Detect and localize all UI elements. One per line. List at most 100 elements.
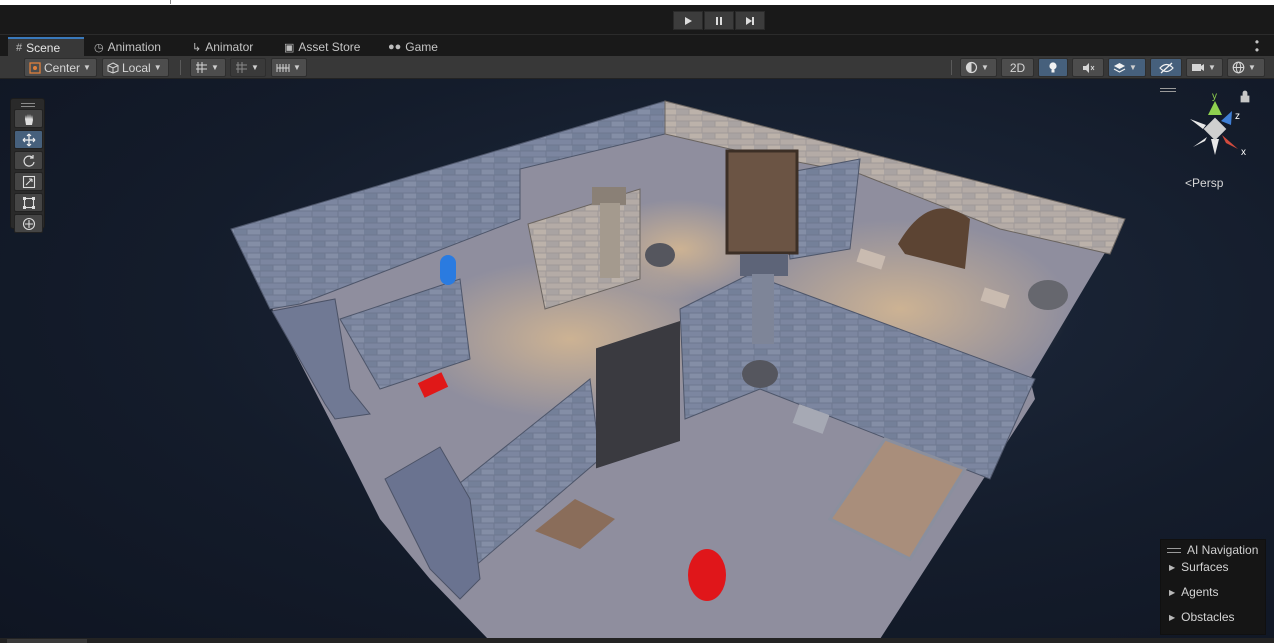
chevron-down-icon: ▼: [981, 63, 989, 72]
ai-nav-item-obstacles[interactable]: ▶ Obstacles: [1169, 610, 1235, 624]
gizmo-neg-x: [1190, 119, 1206, 129]
cube-icon: [107, 61, 119, 74]
pillar: [592, 187, 626, 205]
audio-toggle-button[interactable]: [1072, 58, 1104, 77]
tab-game-label: Game: [405, 40, 438, 54]
effects-dropdown[interactable]: ▼: [1108, 58, 1146, 77]
play-button[interactable]: [673, 11, 703, 30]
bag-icon: ▣: [284, 41, 295, 54]
move-arrows-icon: [22, 133, 35, 146]
2d-toggle-button[interactable]: 2D: [1001, 58, 1034, 77]
red-capsule: [688, 549, 726, 601]
tab-scene-label: Scene: [26, 41, 61, 55]
editor-tab-bar: # Scene ◷ Animation ↳ Animator ▣ Asset S…: [0, 34, 1274, 64]
tab-animator[interactable]: ↳ Animator: [184, 37, 261, 57]
gamepad-icon: ●●: [388, 41, 402, 53]
draw-mode-dropdown[interactable]: ▼: [960, 58, 997, 77]
camera-icon: [1192, 64, 1204, 71]
tab-animator-label: Animator: [205, 40, 254, 54]
pivot-label: Center: [44, 60, 81, 75]
shelf-cage: [725, 149, 799, 255]
scene-toolbar: Center ▼ Local ▼ ▼ ▼ ▼ ▼ 2D ▼ ▼ ▼: [0, 56, 1274, 79]
tab-animation[interactable]: ◷ Animation: [86, 37, 169, 57]
bottom-tab-stub[interactable]: [7, 639, 87, 643]
camera-dropdown[interactable]: ▼: [1186, 58, 1223, 77]
rect-tool-button[interactable]: [14, 193, 43, 212]
chevron-down-icon: ▼: [1248, 63, 1256, 72]
overlay-drag-handle[interactable]: [1167, 547, 1181, 553]
graph-icon: ↳: [192, 41, 202, 54]
pivot-dropdown[interactable]: Center ▼: [24, 58, 97, 77]
scene-viewport[interactable]: y z x <Persp AI Navigation ▶ Surfaces ▶ …: [0, 79, 1274, 643]
gizmos-dropdown[interactable]: ▼: [1227, 58, 1265, 77]
play-controls-bar: [0, 5, 1274, 34]
ai-navigation-overlay: AI Navigation ▶ Surfaces ▶ Agents ▶ Obst…: [1160, 539, 1266, 635]
audio-muted-icon: [1082, 62, 1094, 73]
ai-navigation-title: AI Navigation: [1187, 543, 1259, 557]
ai-nav-item-label: Obstacles: [1181, 610, 1235, 624]
grid-toggle-icon: [196, 62, 207, 73]
chevron-down-icon: ▼: [1129, 63, 1137, 72]
chevron-down-icon: ▼: [1208, 63, 1216, 72]
expand-arrow-icon: ▶: [1169, 562, 1176, 572]
gizmo-neg-y: [1211, 139, 1219, 155]
blue-marker: [440, 255, 456, 285]
gizmo-y-label: y: [1212, 91, 1217, 102]
rotate-tool-button[interactable]: [14, 151, 43, 170]
globe-icon: [1232, 61, 1245, 74]
orientation-gizmo[interactable]: y z x: [1175, 89, 1260, 169]
increment-snap-button[interactable]: ▼: [271, 58, 307, 77]
gizmo-x-axis: [1222, 135, 1238, 149]
rotation-dropdown[interactable]: Local ▼: [102, 58, 169, 77]
tab-game[interactable]: ●● Game: [380, 37, 446, 57]
grid-snap-button[interactable]: ▼: [230, 58, 266, 77]
cauldron: [1028, 280, 1068, 310]
cauldron: [742, 360, 778, 388]
expand-arrow-icon: ▶: [1169, 587, 1176, 597]
ai-nav-item-label: Surfaces: [1181, 560, 1229, 574]
hand-tool-button[interactable]: [14, 109, 43, 128]
scale-tool-button[interactable]: [14, 172, 43, 191]
ai-nav-item-label: Agents: [1181, 585, 1219, 599]
top-strip-mark: [170, 0, 171, 4]
transform-icon: [22, 217, 35, 230]
pause-button[interactable]: [704, 11, 734, 30]
pillar: [752, 274, 774, 344]
projection-toggle[interactable]: <Persp: [1185, 176, 1223, 190]
step-icon: [746, 16, 754, 25]
gizmo-y-axis: [1208, 101, 1222, 115]
scene-visibility-button[interactable]: [1150, 58, 1182, 77]
tools-drag-handle[interactable]: [21, 103, 35, 107]
tab-scene[interactable]: # Scene: [8, 37, 84, 57]
ai-nav-item-surfaces[interactable]: ▶ Surfaces: [1169, 560, 1229, 574]
shading-mode-icon: [965, 61, 978, 74]
2d-label: 2D: [1009, 60, 1026, 75]
step-button[interactable]: [735, 11, 765, 30]
tab-animation-label: Animation: [107, 40, 161, 54]
gizmo-drag-handle[interactable]: [1160, 88, 1176, 92]
lighting-toggle-button[interactable]: [1038, 58, 1068, 77]
pillar: [740, 254, 788, 276]
transform-tool-button[interactable]: [14, 214, 43, 233]
gizmo-x-label: x: [1241, 147, 1246, 158]
snap-icon: [236, 62, 247, 73]
dungeon-scene-render: [230, 100, 1126, 639]
chevron-down-icon: ▼: [211, 63, 219, 72]
ai-nav-item-agents[interactable]: ▶ Agents: [1169, 585, 1219, 599]
toolbar-divider: [951, 60, 952, 75]
projection-label: Persp: [1192, 176, 1224, 190]
gizmo-neg-z: [1193, 137, 1207, 147]
toolbar-divider: [180, 60, 181, 75]
tab-asset-store-label: Asset Store: [298, 40, 361, 54]
tab-asset-store[interactable]: ▣ Asset Store: [276, 37, 368, 57]
hand-icon: [24, 113, 33, 125]
ai-navigation-header[interactable]: AI Navigation: [1167, 543, 1258, 557]
layers-icon: [1113, 62, 1126, 73]
tools-overlay: [10, 98, 45, 233]
scale-icon: [22, 175, 35, 188]
grid-icon: #: [16, 42, 23, 54]
lock-icon[interactable]: [1240, 90, 1250, 103]
move-tool-button[interactable]: [14, 130, 43, 149]
pivot-icon: [29, 61, 41, 74]
grid-visibility-button[interactable]: ▼: [190, 58, 226, 77]
